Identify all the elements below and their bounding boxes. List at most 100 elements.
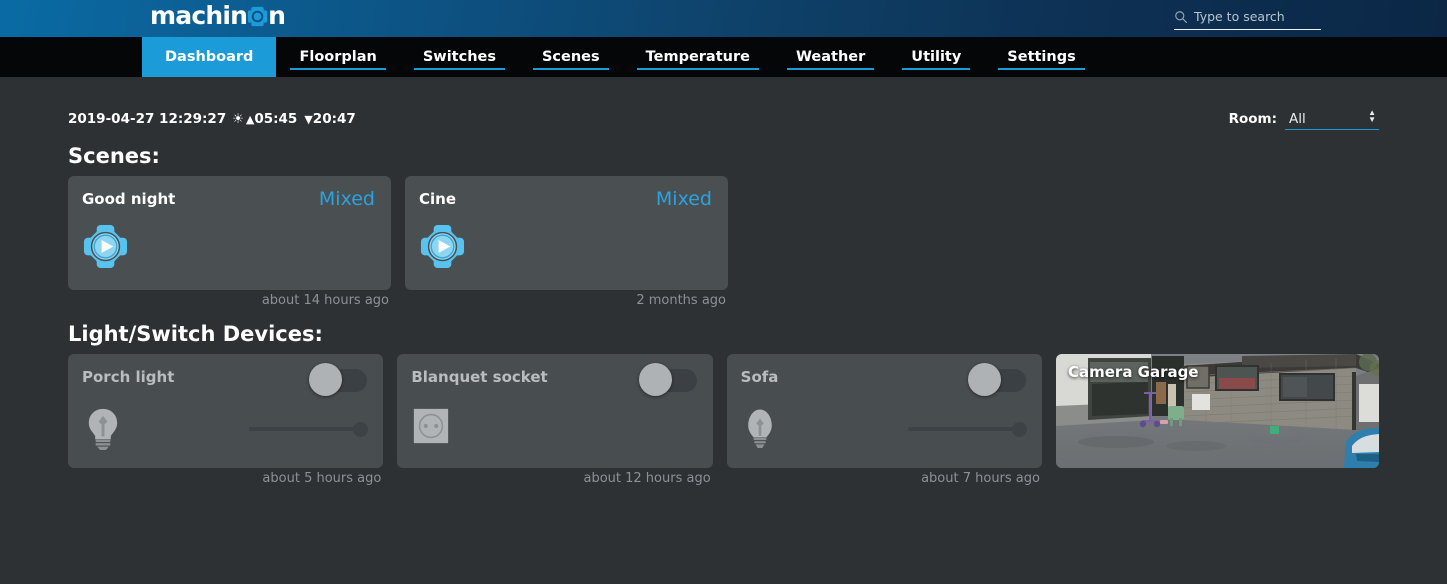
nav-item-floorplan[interactable]: Floorplan: [276, 37, 399, 77]
device-card-slot: Blanquet socket about 12 hours ago: [397, 354, 713, 486]
nav-label: Floorplan: [299, 49, 377, 65]
scene-card-good-night[interactable]: Good night Mixed: [68, 176, 391, 290]
slider-track: [249, 426, 368, 431]
search-box[interactable]: Type to search: [1174, 4, 1321, 30]
slider-handle[interactable]: [353, 421, 369, 437]
device-card-slot: Porch light about 5 hours ago: [68, 354, 384, 486]
nav-underline: [532, 67, 609, 70]
triangle-down-icon: ▼: [304, 112, 313, 126]
device-timestamp: about 7 hours ago: [921, 471, 1040, 486]
triangle-up-icon: ▲: [245, 112, 255, 126]
scene-card-cine[interactable]: Cine Mixed: [405, 176, 728, 290]
device-card-body: [82, 406, 369, 451]
device-card-slot: Sofa about 7 hours ago: [726, 354, 1042, 486]
scene-card-header: Cine Mixed: [419, 190, 712, 209]
device-name: Blanquet socket: [411, 368, 548, 386]
nav-item-scenes[interactable]: Scenes: [519, 37, 623, 77]
main-navigation: Dashboard Floorplan Switches Scenes Temp…: [0, 37, 1447, 77]
nav-item-weather[interactable]: Weather: [773, 37, 888, 77]
devices-grid: Porch light about 5 hours ago Blanquet s…: [68, 354, 1379, 486]
app-logo[interactable]: machin n: [150, 1, 286, 30]
device-name: Porch light: [82, 368, 175, 386]
nav-label: Temperature: [645, 49, 750, 65]
status-bar: 2019-04-27 12:29:27 ☀ ▲ 05:45 ▼ 20:47 Ro…: [68, 108, 1379, 130]
chevron-updown-icon: ▲ ▼: [1368, 108, 1376, 124]
device-card-body: [411, 406, 696, 451]
scene-card-slot: Cine Mixed 2 months ago: [405, 176, 728, 308]
device-brightness-slider[interactable]: [907, 420, 1027, 438]
device-card-header: Sofa: [740, 363, 1026, 396]
sunset-time: 20:47: [312, 111, 356, 127]
nav-label: Switches: [422, 49, 496, 65]
device-toggle-switch[interactable]: [967, 363, 1026, 396]
app-header: machin n Type to search: [0, 0, 1447, 37]
room-filter-label: Room:: [1228, 111, 1277, 127]
toggle-knob: [638, 363, 672, 396]
main-content: 2019-04-27 12:29:27 ☀ ▲ 05:45 ▼ 20:47 Ro…: [0, 108, 1447, 486]
nav-label: Weather: [795, 49, 866, 65]
nav-label: Scenes: [541, 49, 600, 65]
nav-item-switches[interactable]: Switches: [400, 37, 519, 77]
nav-item-dashboard[interactable]: Dashboard: [142, 37, 277, 77]
nav-underline: [636, 67, 759, 70]
search-icon: [1174, 10, 1188, 24]
device-toggle-switch[interactable]: [638, 363, 697, 396]
scene-state: Mixed: [318, 188, 375, 210]
device-toggle-switch[interactable]: [309, 363, 368, 396]
sunrise-time: 05:45: [254, 111, 298, 127]
scenes-section-title: Scenes:: [68, 144, 160, 168]
device-card-porch-light[interactable]: Porch light: [68, 354, 384, 468]
device-timestamp: about 12 hours ago: [583, 471, 711, 486]
camera-card-garage[interactable]: Camera Garage: [1055, 354, 1379, 468]
nav-item-settings[interactable]: Settings: [984, 37, 1098, 77]
logo-text-right: n: [268, 1, 286, 30]
datetime-status: 2019-04-27 12:29:27 ☀ ▲ 05:45 ▼ 20:47: [68, 111, 356, 127]
power-socket-icon: [411, 406, 453, 451]
current-datetime: 2019-04-27 12:29:27: [68, 111, 227, 127]
nav-item-utility[interactable]: Utility: [888, 37, 984, 77]
nav-item-temperature[interactable]: Temperature: [623, 37, 773, 77]
device-card-blanquet-socket[interactable]: Blanquet socket: [397, 354, 713, 468]
nav-label: Dashboard: [165, 49, 254, 65]
toggle-knob: [967, 363, 1001, 396]
scene-card-header: Good night Mixed: [82, 190, 375, 209]
room-select-value: All: [1289, 110, 1306, 127]
nav-underline: [413, 67, 505, 70]
scene-name: Cine: [419, 190, 457, 208]
candle-bulb-icon: [741, 406, 783, 451]
device-brightness-slider[interactable]: [249, 420, 369, 438]
room-filter: Room: All ▲ ▼: [1229, 108, 1379, 130]
scene-state: Mixed: [655, 188, 712, 210]
room-select-dropdown[interactable]: All ▲ ▼: [1285, 108, 1379, 130]
scene-play-gear-icon[interactable]: [419, 223, 466, 270]
device-card-header: Blanquet socket: [411, 363, 697, 396]
nav-label: Settings: [1007, 49, 1076, 65]
device-card-header: Porch light: [82, 363, 368, 396]
gear-icon: [247, 6, 268, 27]
device-card-sofa[interactable]: Sofa: [726, 354, 1042, 468]
sun-icon: ☀: [232, 111, 244, 127]
nav-underline: [998, 67, 1085, 70]
slider-handle[interactable]: [1011, 421, 1027, 437]
logo-text-left: machin: [150, 1, 248, 30]
scene-timestamp: about 14 hours ago: [261, 293, 389, 308]
toggle-knob: [309, 363, 343, 396]
camera-card-slot: Camera Garage: [1055, 354, 1379, 486]
scene-name: Good night: [82, 190, 176, 208]
scene-card-slot: Good night Mixed about 14 hours ago: [68, 176, 391, 308]
device-card-body: [741, 406, 1027, 451]
camera-label: Camera Garage: [1067, 363, 1199, 381]
search-input[interactable]: Type to search: [1194, 9, 1285, 24]
slider-track: [907, 426, 1026, 431]
nav-label: Utility: [911, 49, 962, 65]
scene-timestamp: 2 months ago: [636, 293, 726, 308]
device-name: Sofa: [740, 368, 779, 386]
scenes-grid: Good night Mixed about 14 hours ago Cine…: [68, 176, 1379, 308]
lightbulb-icon: [82, 406, 124, 451]
nav-underline: [290, 67, 386, 70]
nav-underline: [786, 67, 875, 70]
scene-play-gear-icon[interactable]: [82, 223, 129, 270]
nav-underline: [902, 67, 971, 70]
devices-section-title: Light/Switch Devices:: [68, 322, 323, 346]
device-timestamp: about 5 hours ago: [262, 471, 382, 486]
